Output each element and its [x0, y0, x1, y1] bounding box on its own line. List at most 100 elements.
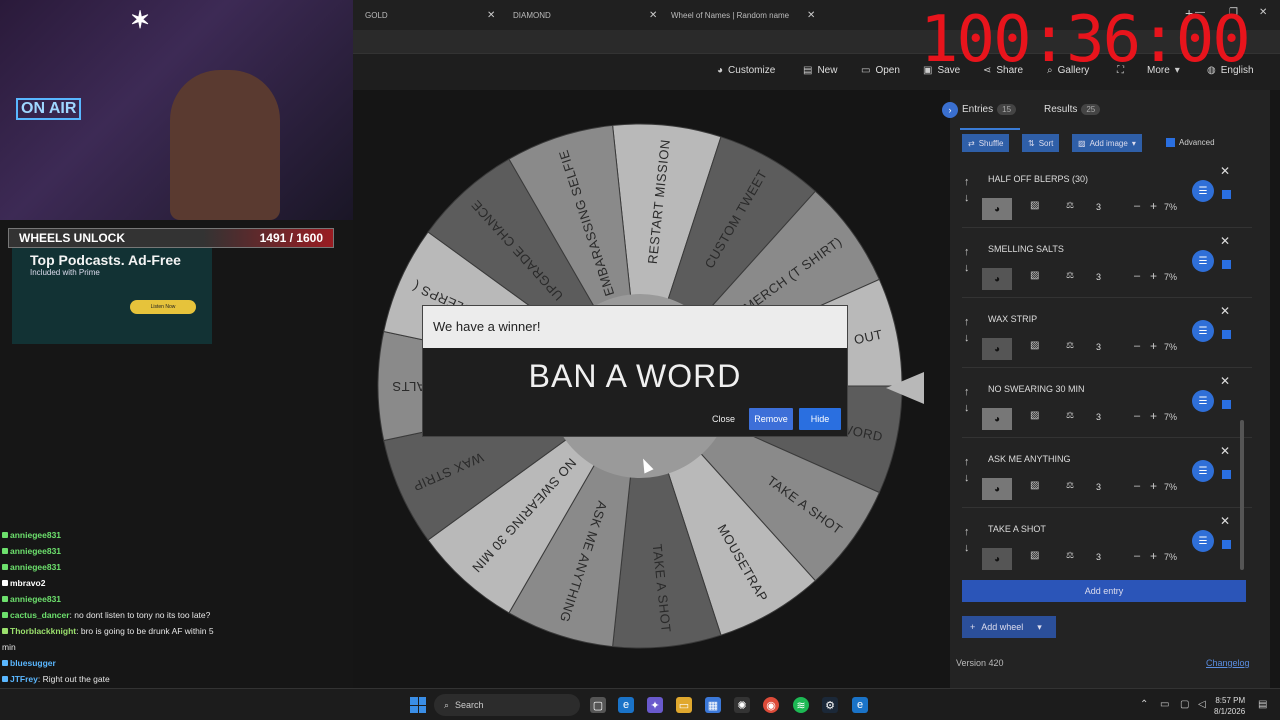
remove-button[interactable]: Remove [749, 408, 793, 430]
entry-settings-button[interactable]: ☰ [1192, 390, 1214, 412]
entry-weight[interactable]: 3 [1096, 342, 1101, 352]
entry-enabled-checkbox[interactable] [1222, 330, 1231, 339]
edge-icon[interactable]: e [618, 697, 634, 713]
edge-active-icon[interactable]: e [852, 697, 868, 713]
entry-settings-button[interactable]: ☰ [1192, 180, 1214, 202]
tab-diamond[interactable]: DIAMOND [513, 6, 551, 24]
network-icon[interactable]: ▭ [1160, 699, 1169, 710]
windows-start-icon[interactable] [410, 697, 426, 713]
increase-weight-button[interactable]: + [1150, 409, 1157, 423]
color-palette-button[interactable]: ◕ [982, 198, 1012, 220]
image-icon[interactable]: ▨ [1030, 480, 1039, 491]
tab-results[interactable]: Results 25 [1044, 104, 1101, 115]
increase-weight-button[interactable]: + [1150, 479, 1157, 493]
add-wheel-button[interactable]: + Add wheel ▾ [962, 616, 1056, 638]
volume-icon[interactable]: ◁ [1198, 699, 1206, 710]
image-icon[interactable]: ▨ [1030, 270, 1039, 281]
open-button[interactable]: ▭ Open [861, 65, 900, 76]
tab-gold[interactable]: GOLD [365, 6, 388, 24]
increase-weight-button[interactable]: + [1150, 339, 1157, 353]
entry-weight[interactable]: 3 [1096, 482, 1101, 492]
entry-enabled-checkbox[interactable] [1222, 400, 1231, 409]
new-button[interactable]: ▤ New [803, 65, 837, 76]
reorder-arrows-icon[interactable]: ↑ ↓ [964, 244, 970, 276]
chat-username[interactable]: JTFrey [10, 674, 38, 684]
chevron-up-icon[interactable]: ⌃ [1140, 699, 1148, 710]
chat-username[interactable]: mbravo2 [10, 578, 45, 588]
entry-name-field[interactable]: WAX STRIP [988, 310, 1184, 330]
entry-name-field[interactable]: ASK ME ANYTHING [988, 450, 1184, 470]
decrease-weight-button[interactable]: – [1134, 550, 1140, 562]
add-entry-button[interactable]: Add entry [962, 580, 1246, 602]
openai-icon[interactable]: ✺ [734, 697, 750, 713]
decrease-weight-button[interactable]: – [1134, 480, 1140, 492]
entry-weight[interactable]: 3 [1096, 412, 1101, 422]
entry-name-field[interactable]: TAKE A SHOT [988, 520, 1184, 540]
color-palette-button[interactable]: ◕ [982, 268, 1012, 290]
delete-entry-icon[interactable]: ✕ [1220, 514, 1230, 528]
chat-username[interactable]: anniegee831 [10, 530, 61, 540]
delete-entry-icon[interactable]: ✕ [1220, 304, 1230, 318]
steam-icon[interactable]: ⚙ [822, 697, 838, 713]
changelog-link[interactable]: Changelog [1206, 658, 1250, 668]
reorder-arrows-icon[interactable]: ↑ ↓ [964, 454, 970, 486]
entry-weight[interactable]: 3 [1096, 272, 1101, 282]
chat-username[interactable]: Thorblackknight [10, 626, 76, 636]
store-icon[interactable]: ▦ [705, 697, 721, 713]
taskbar-search[interactable]: ⌕ Search [434, 694, 580, 716]
hide-button[interactable]: Hide [799, 408, 841, 430]
entries-scrollbar[interactable] [1240, 420, 1244, 570]
reorder-arrows-icon[interactable]: ↑ ↓ [964, 314, 970, 346]
image-icon[interactable]: ▨ [1030, 200, 1039, 211]
tab-wheel-of-names[interactable]: Wheel of Names | Random name [671, 6, 789, 24]
color-palette-button[interactable]: ◕ [982, 408, 1012, 430]
chat-username[interactable]: anniegee831 [10, 594, 61, 604]
close-window-button[interactable]: ✕ [1259, 7, 1267, 18]
delete-entry-icon[interactable]: ✕ [1220, 374, 1230, 388]
chat-username[interactable]: bluesugger [10, 658, 56, 668]
reorder-arrows-icon[interactable]: ↑ ↓ [964, 384, 970, 416]
ad-banner[interactable]: Top Podcasts. Ad-Free Included with Prim… [12, 248, 212, 344]
tab-close-button[interactable]: ✕ [649, 6, 657, 24]
ad-listen-button[interactable]: Listen Now [130, 300, 196, 314]
decrease-weight-button[interactable]: – [1134, 340, 1140, 352]
entry-enabled-checkbox[interactable] [1222, 540, 1231, 549]
reorder-arrows-icon[interactable]: ↑ ↓ [964, 174, 970, 206]
close-button[interactable]: Close [704, 408, 743, 430]
chat-username[interactable]: anniegee831 [10, 562, 61, 572]
entry-settings-button[interactable]: ☰ [1192, 250, 1214, 272]
entry-settings-button[interactable]: ☰ [1192, 460, 1214, 482]
task-view-icon[interactable]: ▢ [590, 697, 606, 713]
copilot-icon[interactable]: ✦ [647, 697, 663, 713]
taskbar-clock[interactable]: 8:57 PM 8/1/2026 [1214, 695, 1245, 717]
add-image-button[interactable]: ▨ Add image ▾ [1072, 134, 1142, 152]
entry-enabled-checkbox[interactable] [1222, 470, 1231, 479]
increase-weight-button[interactable]: + [1150, 269, 1157, 283]
decrease-weight-button[interactable]: – [1134, 270, 1140, 282]
reorder-arrows-icon[interactable]: ↑ ↓ [964, 524, 970, 556]
image-icon[interactable]: ▨ [1030, 410, 1039, 421]
tab-entries[interactable]: Entries 15 [962, 104, 1017, 115]
chat-username[interactable]: cactus_dancer [10, 610, 70, 620]
color-palette-button[interactable]: ◕ [982, 338, 1012, 360]
display-icon[interactable]: ▢ [1180, 699, 1189, 710]
entry-name-field[interactable]: SMELLING SALTS [988, 240, 1184, 260]
delete-entry-icon[interactable]: ✕ [1220, 164, 1230, 178]
entry-name-field[interactable]: NO SWEARING 30 MIN [988, 380, 1184, 400]
notification-icon[interactable]: ▤ [1258, 699, 1267, 710]
entry-settings-button[interactable]: ☰ [1192, 320, 1214, 342]
entry-weight[interactable]: 3 [1096, 552, 1101, 562]
chrome-icon[interactable]: ◉ [763, 697, 779, 713]
spotify-icon[interactable]: ≋ [793, 697, 809, 713]
file-explorer-icon[interactable]: ▭ [676, 697, 692, 713]
sort-button[interactable]: ⇅ Sort [1022, 134, 1060, 152]
color-palette-button[interactable]: ◕ [982, 548, 1012, 570]
image-icon[interactable]: ▨ [1030, 550, 1039, 561]
tab-close-button[interactable]: ✕ [807, 6, 815, 24]
customize-button[interactable]: ◕ Customize [717, 65, 775, 76]
tab-close-button[interactable]: ✕ [487, 6, 495, 24]
increase-weight-button[interactable]: + [1150, 199, 1157, 213]
entry-settings-button[interactable]: ☰ [1192, 530, 1214, 552]
increase-weight-button[interactable]: + [1150, 549, 1157, 563]
entry-name-field[interactable]: HALF OFF BLERPS (30) [988, 170, 1184, 190]
